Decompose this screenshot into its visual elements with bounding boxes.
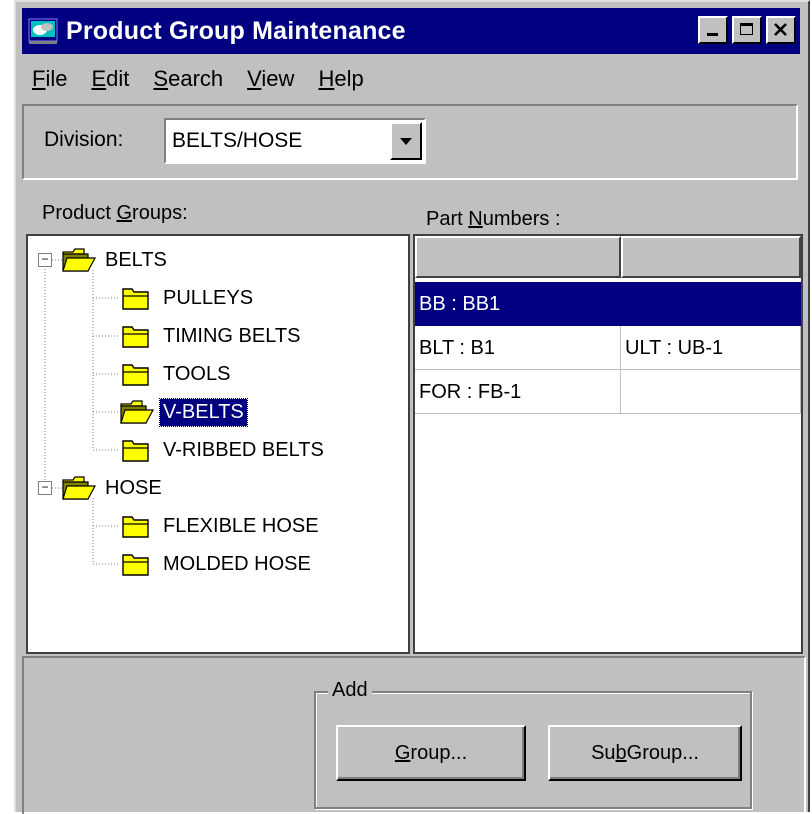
grid-cell[interactable] [621,282,801,326]
menu-help[interactable]: Help [316,62,365,96]
chevron-down-icon [400,138,412,145]
tree-node-label-selected: V-BELTS [159,397,248,427]
menu-edit[interactable]: Edit [89,62,131,96]
folder-closed-icon [122,326,149,348]
folder-closed-icon [122,364,149,386]
product-groups-tree[interactable]: BELTS − PULLEYS TIMING BELTS TOOLS V-BEL… [26,234,410,654]
tree-node-flexible-hose[interactable]: FLEXIBLE HOSE [120,509,322,543]
product-group-maintenance-window: Product Group Maintenance File Edit Sear… [14,0,810,814]
tree-node-label: BELTS [105,248,167,271]
add-sub-group-button[interactable]: Su b Group... [548,725,742,781]
menu-file[interactable]: File [30,62,69,96]
minimize-icon [707,33,718,36]
close-button[interactable] [766,16,796,44]
table-row[interactable]: BB : BB1 [415,282,801,326]
app-icon [28,18,58,44]
tree-node-label: TIMING BELTS [163,324,301,347]
tree-node-label: MOLDED HOSE [163,552,311,575]
tree-node-label: HOSE [105,476,162,499]
maximize-icon [740,23,753,35]
grid-column-header[interactable] [621,236,801,278]
folder-closed-icon [122,288,149,310]
collapse-icon[interactable]: − [38,481,52,495]
division-panel: Division: BELTS/HOSE [22,104,798,180]
tree-node-belts[interactable]: BELTS [62,243,170,277]
add-panel: Add Group... Su b Group... [22,656,806,814]
collapse-icon[interactable]: − [38,253,52,267]
add-group-button[interactable]: Group... [336,725,526,781]
tree-node-v-ribbed-belts[interactable]: V-RIBBED BELTS [120,433,327,467]
grid-cell[interactable]: FOR : FB-1 [415,370,621,414]
folder-open-icon [120,400,154,424]
add-groupbox: Add Group... Su b Group... [314,679,752,809]
grid-cell[interactable] [621,370,801,414]
menu-search[interactable]: Search [151,62,225,96]
grid-cell[interactable]: BLT : B1 [415,326,621,370]
product-groups-label: Product Groups: [42,202,188,224]
part-numbers-label: Part Numbers : [426,208,561,230]
table-row[interactable]: BLT : B1 ULT : UB-1 [415,326,801,370]
folder-closed-icon [122,440,149,462]
tree-node-hose[interactable]: HOSE [62,471,165,505]
grid-header [415,236,801,280]
tree-node-pulleys[interactable]: PULLEYS [120,281,256,315]
division-value: BELTS/HOSE [172,129,303,152]
tree-node-tools[interactable]: TOOLS [120,357,233,391]
window-title: Product Group Maintenance [66,16,406,45]
division-label: Division: [44,128,124,151]
add-groupbox-label: Add [328,679,372,702]
tree-node-label: FLEXIBLE HOSE [163,514,319,537]
tree-node-label: V-RIBBED BELTS [163,438,324,461]
maximize-button[interactable] [732,16,762,44]
tree-node-timing-belts[interactable]: TIMING BELTS [120,319,303,353]
folder-closed-icon [122,516,149,538]
minimize-button[interactable] [698,16,728,44]
menu-view[interactable]: View [245,62,296,96]
grid-cell[interactable]: ULT : UB-1 [621,326,801,370]
grid-cell[interactable]: BB : BB1 [415,282,621,326]
folder-open-icon [62,476,96,500]
tree-node-label: TOOLS [163,362,231,385]
folder-open-icon [62,248,96,272]
division-select[interactable]: BELTS/HOSE [164,118,426,164]
division-dropdown-button[interactable] [390,122,422,160]
title-bar[interactable]: Product Group Maintenance [22,8,800,54]
grid-column-header[interactable] [415,236,621,278]
part-numbers-grid[interactable]: BB : BB1 BLT : B1 ULT : UB-1 FOR : FB-1 [413,234,803,654]
table-row[interactable]: FOR : FB-1 [415,370,801,414]
tree-node-label: PULLEYS [163,286,254,309]
tree-node-molded-hose[interactable]: MOLDED HOSE [120,547,314,581]
tree-node-v-belts[interactable]: V-BELTS [120,395,248,429]
close-icon [774,23,787,36]
menu-bar: File Edit Search View Help [30,62,386,96]
folder-closed-icon [122,554,149,576]
